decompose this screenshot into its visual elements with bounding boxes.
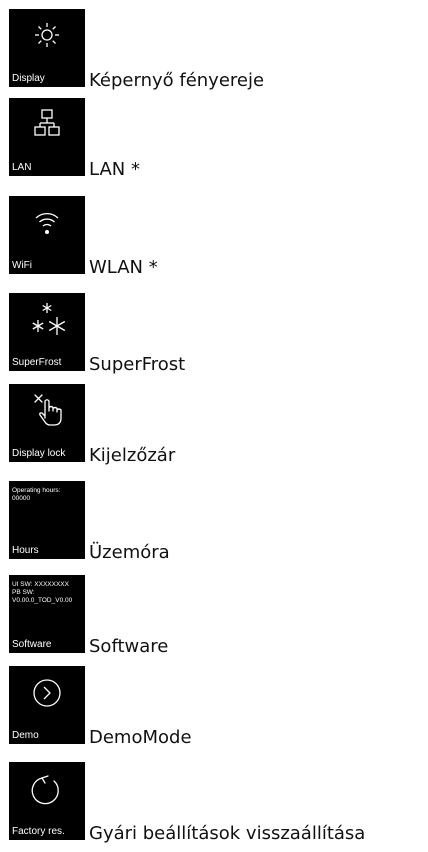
software-tile[interactable]: UI SW: XXXXXXXX PB SW: V0.00.0_TOD_V0.00… [9,575,85,653]
play-circle-icon [33,679,61,707]
menu-item-display-lock[interactable]: Display lock Kijelzőzár [0,384,428,466]
tile-label: Factory res. [12,826,65,837]
item-label: LAN * [89,159,140,180]
tile-label: WiFi [12,260,32,271]
item-label: Kijelzőzár [89,445,176,466]
item-label: WLAN * [89,257,158,278]
pb-sw-version: V0.00.0_TOD_V0.00 [12,597,73,604]
demo-tile[interactable]: Demo [9,666,85,744]
wifi-tile[interactable]: WiFi [9,196,85,274]
tile-label: SuperFrost [12,357,62,368]
snowflake-icon [32,303,66,335]
display-tile[interactable]: Display [9,9,85,87]
menu-item-display[interactable]: Display Képernyő fényereje [0,9,428,91]
menu-item-hours[interactable]: Operating hours: 00000 Hours Üzemóra [0,481,428,563]
hours-caption: Operating hours: [12,487,61,494]
sun-icon [35,23,59,47]
menu-item-demo[interactable]: Demo DemoMode [0,666,428,748]
tile-label: Demo [12,730,39,741]
touch-lock-icon [34,394,62,426]
software-readout: UI SW: XXXXXXXX PB SW: V0.00.0_TOD_V0.00 [12,581,72,605]
network-icon [34,109,60,136]
tile-label: LAN [12,162,32,173]
reset-icon [31,775,59,805]
item-label: Üzemóra [89,542,170,563]
pb-sw-caption: PB SW: [12,589,35,596]
ui-sw-version: UI SW: XXXXXXXX [12,581,69,588]
hours-value: 00000 [12,495,31,502]
superfrost-tile[interactable]: SuperFrost [9,293,85,371]
menu-item-factory-reset[interactable]: Factory res. Gyári beállítások visszaáll… [0,762,428,844]
display-lock-tile[interactable]: Display lock [9,384,85,462]
item-label: Képernyő fényereje [89,70,265,91]
menu-item-software[interactable]: UI SW: XXXXXXXX PB SW: V0.00.0_TOD_V0.00… [0,575,428,657]
menu-item-superfrost[interactable]: SuperFrost SuperFrost [0,293,428,375]
hours-readout: Operating hours: 00000 [12,487,60,503]
tile-label: Display lock [12,448,66,459]
tile-label: Display [12,73,45,84]
lan-tile[interactable]: LAN [9,98,85,176]
hours-tile[interactable]: Operating hours: 00000 Hours [9,481,85,559]
wifi-icon [35,212,59,234]
menu-item-lan[interactable]: LAN LAN * [0,98,428,180]
item-label: DemoMode [89,727,192,748]
item-label: Software [89,636,169,657]
tile-label: Software [12,639,52,650]
item-label: Gyári beállítások visszaállítása [89,823,366,844]
item-label: SuperFrost [89,354,186,375]
tile-label: Hours [12,545,39,556]
menu-item-wlan[interactable]: WiFi WLAN * [0,196,428,278]
factory-reset-tile[interactable]: Factory res. [9,762,85,840]
